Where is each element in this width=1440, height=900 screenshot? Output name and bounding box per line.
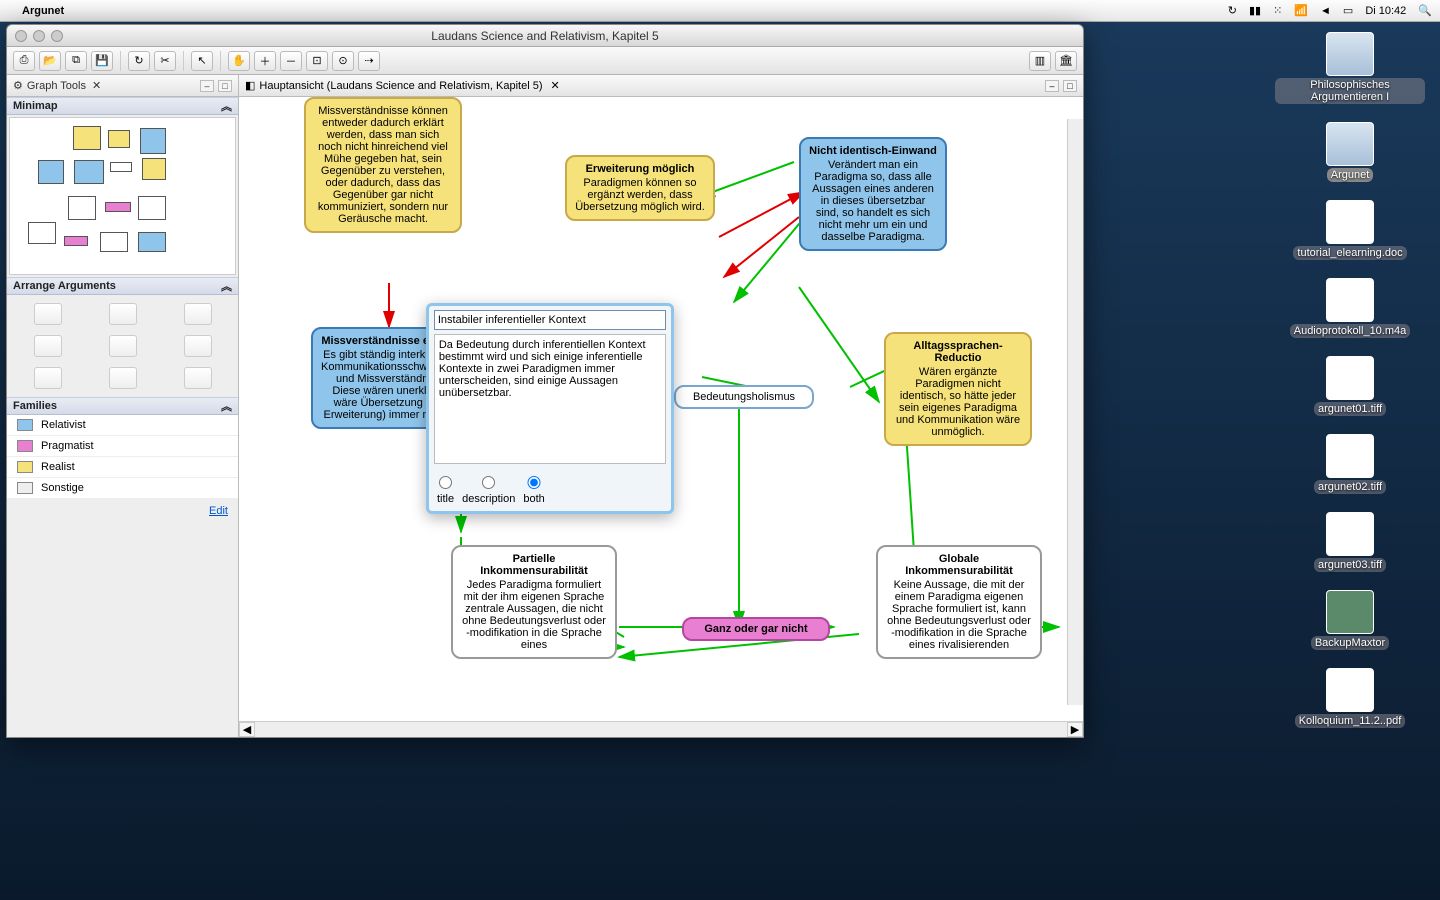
refresh-button[interactable]: ↻ xyxy=(128,51,150,71)
main-tab-label: Hauptansicht (Laudans Science and Relati… xyxy=(259,80,542,92)
sync-icon[interactable]: ↻ xyxy=(1228,4,1237,17)
toolbar: ⎙ 📂 ⧉ 💾 ↻ ✂ ↖ ✋ ＋ － ⊡ ⊙ ⇢ ▥ 🏛 xyxy=(7,47,1083,75)
file-kolloquium-pdf[interactable]: Kolloquium_11.2..pdf xyxy=(1295,668,1406,728)
cut-button[interactable]: ✂ xyxy=(154,51,176,71)
scrollbar-horizontal[interactable]: ◀ ▶ xyxy=(239,721,1083,737)
node-ganz-oder[interactable]: Ganz oder gar nicht xyxy=(682,617,830,641)
scroll-left[interactable]: ◀ xyxy=(239,722,255,737)
zoom-in-tool[interactable]: ＋ xyxy=(254,51,276,71)
library-icon[interactable]: 🏛 xyxy=(1055,51,1077,71)
view-icon: ◧ xyxy=(245,79,255,92)
file-audio-m4a[interactable]: Audioprotokoll_10.m4a xyxy=(1290,278,1411,338)
zoom-out-tool[interactable]: － xyxy=(280,51,302,71)
file-argunet03-tiff[interactable]: argunet03.tiff xyxy=(1314,512,1386,572)
titlebar[interactable]: Laudans Science and Relativism, Kapitel … xyxy=(7,25,1083,47)
perspective-icon[interactable]: ▥ xyxy=(1029,51,1051,71)
arrange-header[interactable]: Arrange Arguments︽ xyxy=(7,277,238,295)
spotlight-icon[interactable]: 🔍 xyxy=(1418,4,1432,17)
radio-description[interactable]: description xyxy=(462,472,515,505)
menubar: Argunet ↻ ▮▮ ⁙ 📶 ◄ ▭ Di 10:42 🔍 xyxy=(0,0,1440,22)
open-button[interactable]: 📂 xyxy=(39,51,61,71)
node-globale[interactable]: Globale InkommensurabilitätKeine Aussage… xyxy=(876,545,1042,659)
distribute-h[interactable] xyxy=(34,367,62,389)
drive-backup[interactable]: BackupMaxtor xyxy=(1311,590,1389,650)
collapse-icon[interactable]: ︽ xyxy=(221,98,232,114)
layout-tool[interactable]: ⇢ xyxy=(358,51,380,71)
folder-argunet[interactable]: Argunet xyxy=(1326,122,1374,182)
align-middle[interactable] xyxy=(109,303,137,325)
radio-both[interactable]: both xyxy=(523,472,544,505)
pan-tool[interactable]: ✋ xyxy=(228,51,250,71)
argument-canvas[interactable]: Missverständnisse können entweder dadurc… xyxy=(239,97,1083,721)
graph-tools-label: Graph Tools xyxy=(27,80,86,92)
zoom-100-tool[interactable]: ⊙ xyxy=(332,51,354,71)
new-button[interactable]: ⎙ xyxy=(13,51,35,71)
align-left[interactable] xyxy=(34,335,62,357)
main-area: ◧ Hauptansicht (Laudans Science and Rela… xyxy=(239,75,1083,737)
radio-title[interactable]: title xyxy=(437,472,454,505)
edit-families-link[interactable]: Edit xyxy=(7,499,238,523)
file-argunet01-tiff[interactable]: argunet01.tiff xyxy=(1314,356,1386,416)
status-icon-2[interactable]: ⁙ xyxy=(1273,4,1282,17)
node-erweiterung[interactable]: Erweiterung möglichParadigmen können so … xyxy=(565,155,715,221)
battery-icon[interactable]: ▭ xyxy=(1343,4,1353,17)
graph-tools-tab[interactable]: ⚙ Graph Tools ✕ –□ xyxy=(7,75,238,97)
close-tab-icon[interactable]: ✕ xyxy=(92,79,101,92)
maximize-view[interactable]: □ xyxy=(1063,80,1077,92)
node-noise[interactable]: Missverständnisse können entweder dadurc… xyxy=(304,97,462,233)
minimize-panel[interactable]: – xyxy=(200,80,214,92)
clock[interactable]: Di 10:42 xyxy=(1365,5,1406,17)
folder-philosophisches[interactable]: Philosophisches Argumentieren I xyxy=(1275,32,1425,104)
scroll-right[interactable]: ▶ xyxy=(1067,722,1083,737)
family-pragmatist[interactable]: Pragmatist xyxy=(7,436,238,457)
node-bedeutungsholismus[interactable]: Bedeutungsholismus xyxy=(674,385,814,409)
align-center[interactable] xyxy=(109,335,137,357)
distribute-grid[interactable] xyxy=(184,367,212,389)
family-realist[interactable]: Realist xyxy=(7,457,238,478)
node-reductio[interactable]: Alltagssprachen-ReductioWären ergänzte P… xyxy=(884,332,1032,446)
minimap-header[interactable]: Minimap︽ xyxy=(7,97,238,115)
copy-button[interactable]: ⧉ xyxy=(65,51,87,71)
family-relativist[interactable]: Relativist xyxy=(7,415,238,436)
align-right[interactable] xyxy=(184,335,212,357)
status-icon-1[interactable]: ▮▮ xyxy=(1249,4,1261,17)
node-editor[interactable]: Da Bedeutung durch inferentiellen Kontex… xyxy=(426,303,674,514)
file-tutorial-doc[interactable]: tutorial_elearning.doc xyxy=(1293,200,1406,260)
graph-tools-icon: ⚙ xyxy=(13,79,23,92)
arrange-panel xyxy=(7,295,238,397)
editor-desc-input[interactable]: Da Bedeutung durch inferentiellen Kontex… xyxy=(434,334,666,464)
node-nicht-identisch[interactable]: Nicht identisch-EinwandVerändert man ein… xyxy=(799,137,947,251)
app-menu[interactable]: Argunet xyxy=(22,5,64,17)
menubar-status: ↻ ▮▮ ⁙ 📶 ◄ ▭ Di 10:42 🔍 xyxy=(1228,4,1432,17)
save-button[interactable]: 💾 xyxy=(91,51,113,71)
scrollbar-vertical[interactable] xyxy=(1067,119,1083,705)
align-bottom[interactable] xyxy=(184,303,212,325)
volume-icon[interactable]: ◄ xyxy=(1320,5,1331,17)
close-tab-icon[interactable]: ✕ xyxy=(551,79,560,92)
families-list: Relativist Pragmatist Realist Sonstige xyxy=(7,415,238,499)
minimap[interactable] xyxy=(9,117,236,275)
family-sonstige[interactable]: Sonstige xyxy=(7,478,238,499)
window-title: Laudans Science and Relativism, Kapitel … xyxy=(7,29,1083,43)
node-partielle[interactable]: Partielle InkommensurabilitätJedes Parad… xyxy=(451,545,617,659)
app-window: Laudans Science and Relativism, Kapitel … xyxy=(6,24,1084,738)
collapse-icon[interactable]: ︽ xyxy=(221,278,232,294)
zoom-fit-tool[interactable]: ⊡ xyxy=(306,51,328,71)
desktop-icons: Philosophisches Argumentieren I Argunet … xyxy=(1270,32,1430,728)
align-top[interactable] xyxy=(34,303,62,325)
main-view-tab[interactable]: ◧ Hauptansicht (Laudans Science and Rela… xyxy=(239,75,1083,97)
editor-title-input[interactable] xyxy=(434,310,666,330)
minimize-view[interactable]: – xyxy=(1045,80,1059,92)
sidebar: ⚙ Graph Tools ✕ –□ Minimap︽ xyxy=(7,75,239,737)
distribute-v[interactable] xyxy=(109,367,137,389)
file-argunet02-tiff[interactable]: argunet02.tiff xyxy=(1314,434,1386,494)
collapse-icon[interactable]: ︽ xyxy=(221,398,232,414)
pointer-tool[interactable]: ↖ xyxy=(191,51,213,71)
wifi-icon[interactable]: 📶 xyxy=(1294,4,1308,17)
maximize-panel[interactable]: □ xyxy=(218,80,232,92)
families-header[interactable]: Families︽ xyxy=(7,397,238,415)
